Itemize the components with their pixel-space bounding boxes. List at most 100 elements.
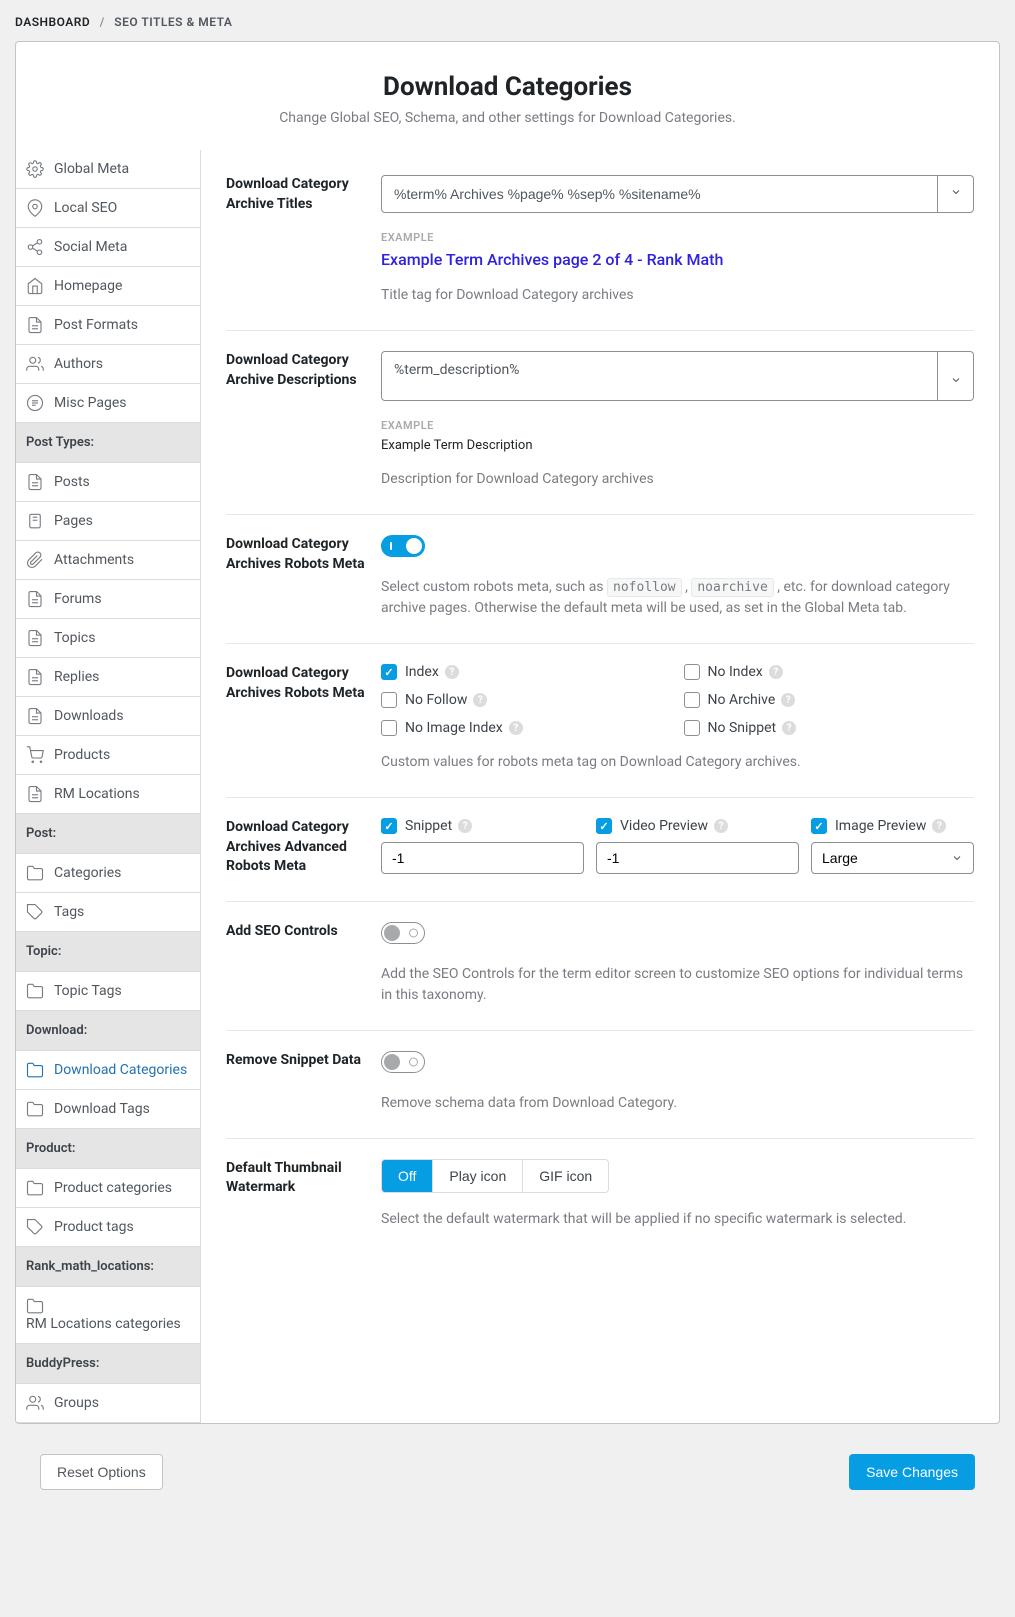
chevron-down-icon bbox=[950, 186, 962, 202]
sidebar-item-social-meta[interactable]: Social Meta bbox=[16, 228, 200, 267]
watermark-option-gif-icon[interactable]: GIF icon bbox=[523, 1160, 608, 1192]
checkbox-label: No Image Index bbox=[405, 720, 503, 736]
sidebar-item-categories[interactable]: Categories bbox=[16, 854, 200, 893]
robots-meta-help: Custom values for robots meta tag on Dow… bbox=[381, 752, 974, 773]
sidebar-item-label: Attachments bbox=[54, 552, 134, 568]
users-icon bbox=[26, 1394, 44, 1412]
sidebar-item-misc-pages[interactable]: Misc Pages bbox=[16, 384, 200, 423]
sidebar-item-label: Topic Tags bbox=[54, 983, 122, 999]
sidebar-item-pages[interactable]: Pages bbox=[16, 502, 200, 541]
archive-titles-example: Example Term Archives page 2 of 4 - Rank… bbox=[381, 250, 974, 269]
sidebar-item-label: Topics bbox=[54, 630, 95, 646]
sidebar-item-label: Social Meta bbox=[54, 239, 127, 255]
breadcrumb-dashboard[interactable]: DASHBOARD bbox=[15, 15, 90, 29]
watermark-help: Select the default watermark that will b… bbox=[381, 1209, 974, 1230]
watermark-option-off[interactable]: Off bbox=[382, 1160, 433, 1192]
sidebar-item-label: Replies bbox=[54, 669, 99, 685]
share-icon bbox=[26, 238, 44, 256]
sidebar-item-product-tags[interactable]: Product tags bbox=[16, 1208, 200, 1247]
sidebar-item-rm-locations-categories[interactable]: RM Locations categories bbox=[16, 1287, 200, 1344]
help-icon[interactable]: ? bbox=[509, 721, 523, 735]
help-icon[interactable]: ? bbox=[458, 819, 472, 833]
robots-toggle-help: Select custom robots meta, such as nofol… bbox=[381, 577, 974, 619]
sidebar-item-label: Downloads bbox=[54, 708, 124, 724]
image-preview-select[interactable]: Large bbox=[811, 842, 974, 874]
sidebar-item-label: Pages bbox=[54, 513, 93, 529]
sidebar-item-authors[interactable]: Authors bbox=[16, 345, 200, 384]
example-label: EXAMPLE bbox=[381, 231, 974, 244]
sidebar-item-label: RM Locations bbox=[54, 786, 140, 802]
archive-desc-input[interactable]: %term_description% bbox=[381, 351, 938, 401]
video-preview-input[interactable] bbox=[596, 842, 799, 874]
folder-icon bbox=[26, 1100, 44, 1118]
sidebar-item-tags[interactable]: Tags bbox=[16, 893, 200, 932]
sidebar-item-homepage[interactable]: Homepage bbox=[16, 267, 200, 306]
seo-controls-toggle[interactable] bbox=[381, 922, 425, 944]
sidebar-item-label: Product tags bbox=[54, 1219, 134, 1235]
sidebar-item-label: Post Formats bbox=[54, 317, 138, 333]
sidebar-item-rm-locations[interactable]: RM Locations bbox=[16, 775, 200, 814]
breadcrumb-current: SEO TITLES & META bbox=[114, 15, 232, 29]
sidebar-item-download-tags[interactable]: Download Tags bbox=[16, 1090, 200, 1129]
snippet-input[interactable] bbox=[381, 842, 584, 874]
checkbox-image-preview[interactable] bbox=[811, 818, 827, 834]
help-icon[interactable]: ? bbox=[782, 721, 796, 735]
sidebar-item-label: Download Tags bbox=[54, 1101, 150, 1117]
sidebar-item-global-meta[interactable]: Global Meta bbox=[16, 150, 200, 189]
noarchive-code: noarchive bbox=[691, 578, 773, 597]
gear-icon bbox=[26, 160, 44, 178]
sidebar-item-label: Posts bbox=[54, 474, 90, 490]
checkbox-no-archive[interactable] bbox=[684, 692, 700, 708]
sidebar-item-attachments[interactable]: Attachments bbox=[16, 541, 200, 580]
sidebar-item-local-seo[interactable]: Local SEO bbox=[16, 189, 200, 228]
sidebar-section-heading: Topic: bbox=[16, 932, 200, 972]
sidebar-section-heading: Download: bbox=[16, 1011, 200, 1051]
seo-controls-label: Add SEO Controls bbox=[226, 922, 381, 1006]
watermark-option-play-icon[interactable]: Play icon bbox=[433, 1160, 523, 1192]
sidebar-item-topic-tags[interactable]: Topic Tags bbox=[16, 972, 200, 1011]
page-subtitle: Change Global SEO, Schema, and other set… bbox=[36, 110, 979, 126]
doc-icon bbox=[26, 707, 44, 725]
doc-icon bbox=[26, 785, 44, 803]
sidebar-item-replies[interactable]: Replies bbox=[16, 658, 200, 697]
checkbox-no-index[interactable] bbox=[684, 664, 700, 680]
checkbox-label: Image Preview bbox=[835, 818, 926, 834]
sidebar-item-products[interactable]: Products bbox=[16, 736, 200, 775]
sidebar-item-post-formats[interactable]: Post Formats bbox=[16, 306, 200, 345]
settings-panel: Download Categories Change Global SEO, S… bbox=[15, 41, 1000, 1424]
help-icon[interactable]: ? bbox=[781, 693, 795, 707]
archive-desc-dropdown[interactable] bbox=[938, 351, 974, 401]
save-button[interactable]: Save Changes bbox=[849, 1454, 975, 1490]
checkbox-label: Snippet bbox=[405, 818, 452, 834]
folder-icon bbox=[26, 1297, 44, 1315]
archive-titles-dropdown[interactable] bbox=[938, 175, 974, 213]
clip-icon bbox=[26, 551, 44, 569]
checkbox-snippet[interactable] bbox=[381, 818, 397, 834]
remove-snippet-toggle[interactable] bbox=[381, 1051, 425, 1073]
checkbox-index[interactable] bbox=[381, 664, 397, 680]
reset-button[interactable]: Reset Options bbox=[40, 1454, 163, 1490]
help-icon[interactable]: ? bbox=[445, 665, 459, 679]
checkbox-video-preview[interactable] bbox=[596, 818, 612, 834]
example-label: EXAMPLE bbox=[381, 419, 974, 432]
sidebar-item-topics[interactable]: Topics bbox=[16, 619, 200, 658]
help-icon[interactable]: ? bbox=[473, 693, 487, 707]
checkbox-no-image-index[interactable] bbox=[381, 720, 397, 736]
sidebar-section-heading: BuddyPress: bbox=[16, 1344, 200, 1384]
sidebar-item-product-categories[interactable]: Product categories bbox=[16, 1169, 200, 1208]
sidebar-item-label: Homepage bbox=[54, 278, 122, 294]
robots-toggle[interactable] bbox=[381, 535, 425, 557]
checkbox-no-snippet[interactable] bbox=[684, 720, 700, 736]
sidebar-item-downloads[interactable]: Downloads bbox=[16, 697, 200, 736]
sidebar-item-download-categories[interactable]: Download Categories bbox=[16, 1051, 200, 1090]
archive-titles-input[interactable] bbox=[381, 175, 938, 213]
remove-snippet-label: Remove Snippet Data bbox=[226, 1051, 381, 1114]
help-icon[interactable]: ? bbox=[714, 819, 728, 833]
help-icon[interactable]: ? bbox=[769, 665, 783, 679]
checkbox-no-follow[interactable] bbox=[381, 692, 397, 708]
sidebar-item-posts[interactable]: Posts bbox=[16, 463, 200, 502]
help-icon[interactable]: ? bbox=[932, 819, 946, 833]
sidebar-item-groups[interactable]: Groups bbox=[16, 1384, 200, 1423]
sidebar-item-forums[interactable]: Forums bbox=[16, 580, 200, 619]
robots-meta-label: Download Category Archives Robots Meta bbox=[226, 664, 381, 773]
